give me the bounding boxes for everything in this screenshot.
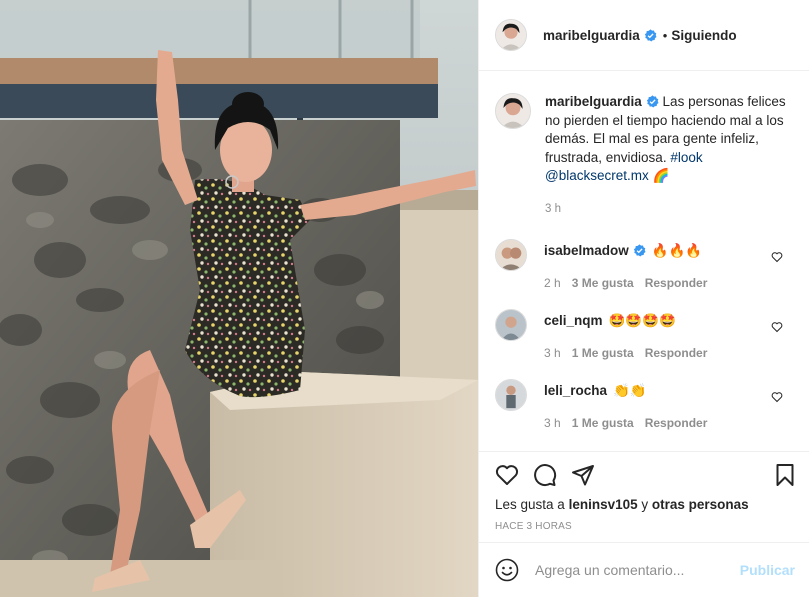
heart-icon[interactable] <box>495 463 519 487</box>
comment-item: isabelmadow 🔥🔥🔥 2 h 3 Me gusta Responder <box>479 239 809 290</box>
comment-text: 🔥🔥🔥 <box>651 243 703 258</box>
comment-reply-button[interactable]: Responder <box>645 276 708 290</box>
caption-username[interactable]: maribelguardia <box>545 94 642 109</box>
comment-text: 👏👏 <box>613 383 647 398</box>
likes-user-link[interactable]: leninsv105 <box>569 497 638 512</box>
comment-time[interactable]: 3 h <box>544 416 561 430</box>
comment-item: celi_nqm 🤩🤩🤩🤩 3 h 1 Me gusta Responder <box>479 309 809 360</box>
comment-likes[interactable]: 1 Me gusta <box>572 416 634 430</box>
comments-list[interactable]: maribelguardia Las personas felices no p… <box>479 72 809 458</box>
post-caption: maribelguardia Las personas felices no p… <box>479 72 809 218</box>
comment-time[interactable]: 2 h <box>544 276 561 290</box>
verified-badge-icon <box>644 28 657 42</box>
comment-like-heart-icon[interactable] <box>771 251 783 263</box>
bookmark-icon[interactable] <box>773 463 797 487</box>
post-photo[interactable] <box>0 0 478 597</box>
action-bar <box>479 452 809 498</box>
likes-summary: Les gusta a leninsv105 y otras personas <box>479 497 809 512</box>
likes-others-link[interactable]: otras personas <box>652 497 749 512</box>
author-username[interactable]: maribelguardia <box>543 28 640 43</box>
comment-username[interactable]: leli_rocha <box>544 383 607 398</box>
verified-badge-icon <box>646 95 659 108</box>
commenter-avatar[interactable] <box>495 379 527 411</box>
comment-username[interactable]: isabelmadow <box>544 243 629 258</box>
comment-bubble-icon[interactable] <box>533 463 557 487</box>
paper-plane-icon[interactable] <box>571 463 595 487</box>
header-separator: • <box>662 27 668 43</box>
add-comment-bar: Publicar <box>479 542 809 597</box>
post-side-panel: maribelguardia • Siguiendo maribelguardi… <box>478 0 809 597</box>
likes-prefix: Les gusta a <box>495 497 565 512</box>
comment-likes[interactable]: 1 Me gusta <box>572 346 634 360</box>
comment-like-heart-icon[interactable] <box>771 391 783 403</box>
comment-like-heart-icon[interactable] <box>771 321 783 333</box>
comment-likes[interactable]: 3 Me gusta <box>572 276 634 290</box>
comment-item: leli_rocha 👏👏 3 h 1 Me gusta Responder <box>479 379 809 430</box>
author-avatar[interactable] <box>495 19 527 51</box>
caption-author-avatar[interactable] <box>495 93 531 129</box>
post-header: maribelguardia • Siguiendo <box>479 0 809 71</box>
verified-badge-icon <box>633 244 646 257</box>
post-timestamp[interactable]: HACE 3 HORAS <box>479 521 809 532</box>
caption-mention[interactable]: @blacksecret.mx <box>545 168 649 183</box>
comment-username[interactable]: celi_nqm <box>544 313 603 328</box>
likes-joiner: y <box>641 497 649 512</box>
publish-button[interactable]: Publicar <box>740 562 795 578</box>
comment-reply-button[interactable]: Responder <box>645 416 708 430</box>
post-actions-section: Les gusta a leninsv105 y otras personas … <box>479 451 809 532</box>
following-button[interactable]: Siguiendo <box>671 28 736 43</box>
comment-reply-button[interactable]: Responder <box>645 346 708 360</box>
caption-emoji: 🌈 <box>652 168 670 183</box>
comment-text: 🤩🤩🤩🤩 <box>608 313 676 328</box>
commenter-avatar[interactable] <box>495 239 527 271</box>
comment-time[interactable]: 3 h <box>544 346 561 360</box>
commenter-avatar[interactable] <box>495 309 527 341</box>
smiley-icon[interactable] <box>495 558 519 582</box>
caption-hashtag[interactable]: #look <box>670 150 702 165</box>
comment-input[interactable] <box>535 562 740 578</box>
caption-timestamp[interactable]: 3 h <box>545 200 793 219</box>
